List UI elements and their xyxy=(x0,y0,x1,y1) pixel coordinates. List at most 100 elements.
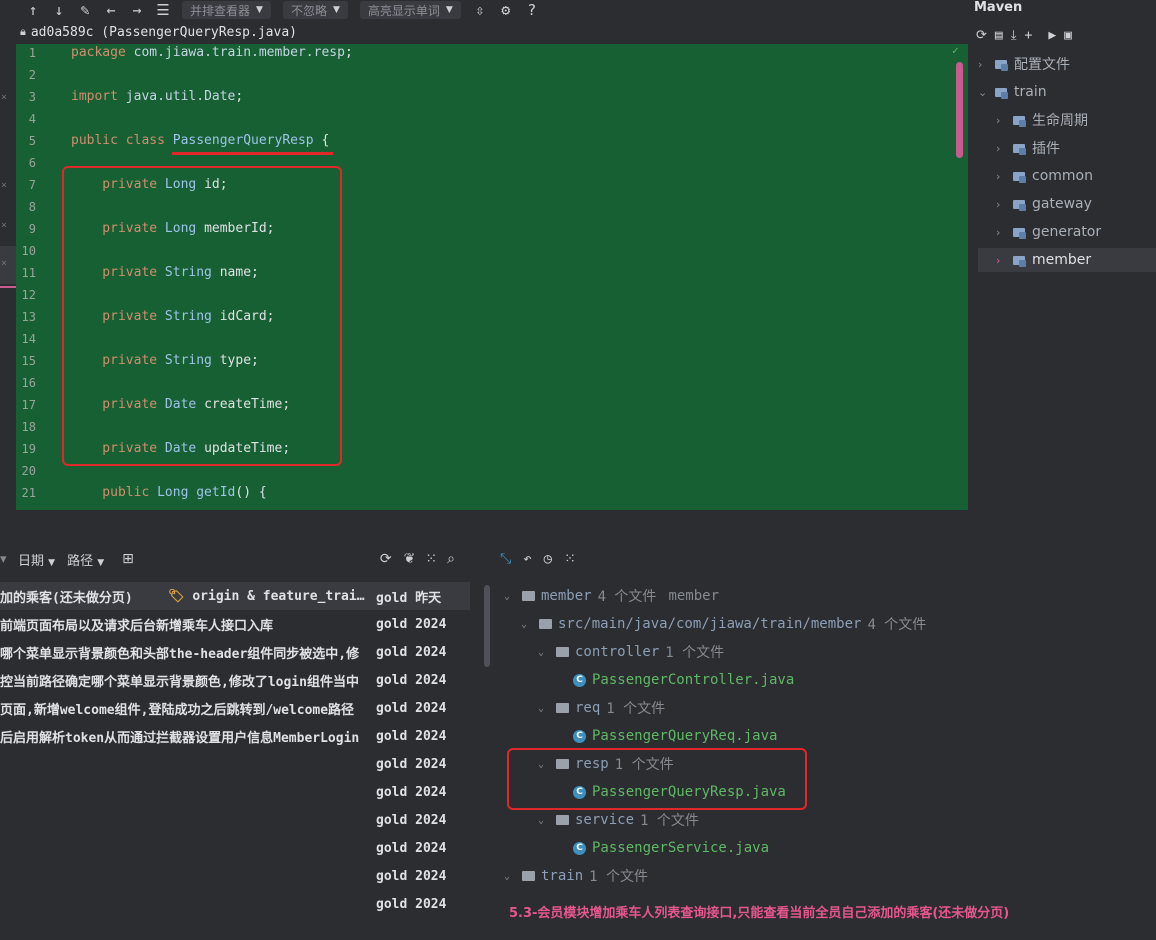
changes-file[interactable]: C PassengerQueryReq.java xyxy=(573,722,777,750)
line-number: 2 xyxy=(28,68,36,82)
chevron-down-icon[interactable]: ⌄ xyxy=(538,647,550,658)
branch-tag-label: origin & feature_trai… xyxy=(192,588,365,604)
add-folder-icon[interactable]: ▤ xyxy=(995,28,1003,43)
chevron-down-icon[interactable]: ⌄ xyxy=(521,619,533,630)
diff-toolbar: ↑ ↓ ✎ ← → ☰ 并排查看器 ▼ 不忽略 ▼ 高亮显示单词 ▼ ⇳ ⚙ ? xyxy=(0,0,968,20)
maven-tree-item[interactable]: › generator xyxy=(996,220,1101,244)
log-row[interactable]: gold 2024 xyxy=(0,890,480,918)
help-button[interactable]: ? xyxy=(521,0,543,20)
close-icon[interactable]: × xyxy=(1,220,7,231)
cherry-pick-icon[interactable]: ❦ xyxy=(404,551,416,567)
log-row[interactable]: gold 2024 xyxy=(0,806,480,834)
log-row[interactable]: 页面,新增welcome组件,登陆成功之后跳转到/welcome路径 gold 2… xyxy=(0,694,480,722)
date-filter[interactable]: 日期 ▼ xyxy=(18,550,55,569)
commit-date: 2024 xyxy=(415,644,447,660)
refresh-icon[interactable]: ⟳ xyxy=(976,28,987,43)
code-token: ; xyxy=(344,45,353,60)
maven-tree-item[interactable]: › 生命周期 xyxy=(996,108,1088,132)
maven-tree-item[interactable]: ⌄ train xyxy=(978,80,1047,104)
file-title: ad0a589c (PassengerQueryResp.java) xyxy=(30,24,297,40)
chevron-down-icon[interactable]: ⌄ xyxy=(504,871,516,882)
highlight-dropdown[interactable]: 高亮显示单词 ▼ xyxy=(359,1,461,19)
code-token: getId xyxy=(196,485,236,500)
chevron-right-icon[interactable]: › xyxy=(996,142,1008,155)
chevron-down-icon[interactable]: ⌄ xyxy=(538,703,550,714)
chevron-right-icon[interactable]: › xyxy=(996,114,1008,127)
log-row[interactable]: 控当前路径确定哪个菜单显示背景颜色,修改了login组件当中 gold 2024 xyxy=(0,666,480,694)
log-row[interactable]: gold 2024 xyxy=(0,862,480,890)
maven-module-icon xyxy=(1013,198,1027,211)
folder-name: member xyxy=(541,588,592,604)
ignore-dropdown[interactable]: 不忽略 ▼ xyxy=(282,1,348,19)
grid-icon[interactable]: ⁙ xyxy=(564,551,576,567)
close-icon[interactable]: × xyxy=(1,92,7,103)
chevron-right-icon[interactable]: › xyxy=(996,198,1008,211)
chevron-right-icon[interactable]: › xyxy=(978,58,990,71)
arrow-right-icon[interactable]: → xyxy=(126,0,148,20)
maven-tree-label: train xyxy=(1014,84,1047,100)
code-token: public xyxy=(71,485,158,500)
path-filter-label: 路径 xyxy=(67,553,94,569)
chevron-down-icon[interactable]: ⌄ xyxy=(978,86,990,99)
chevron-down-icon[interactable]: ⌄ xyxy=(538,815,550,826)
log-row[interactable]: gold 2024 xyxy=(0,778,480,806)
gear-icon[interactable]: ⚙ xyxy=(495,0,517,20)
log-row[interactable]: gold 2024 xyxy=(0,834,480,862)
changes-folder[interactable]: ⌄ member 4 个文件 member xyxy=(504,582,719,610)
file-count: 1 个文件 xyxy=(589,869,649,885)
pencil-icon[interactable]: ✎ xyxy=(74,0,96,20)
arrow-left-icon[interactable]: ← xyxy=(100,0,122,20)
chevron-down-icon[interactable]: ⌄ xyxy=(504,591,516,602)
path-filter[interactable]: 路径 ▼ xyxy=(67,550,104,569)
arrow-up-icon[interactable]: ↑ xyxy=(22,0,44,20)
changes-folder[interactable]: ⌄ train 1 个文件 xyxy=(504,862,648,890)
log-scrollbar[interactable] xyxy=(484,585,490,667)
changes-file[interactable]: C PassengerService.java xyxy=(573,834,769,862)
changes-file[interactable]: C PassengerController.java xyxy=(573,666,794,694)
commit-subject: 页面,新增welcome组件,登陆成功之后跳转到/welcome路径 xyxy=(0,702,355,718)
chevron-right-icon[interactable]: › xyxy=(996,254,1008,267)
maven-title: Maven xyxy=(974,0,1023,15)
undo-icon[interactable]: ↶ xyxy=(523,551,531,567)
close-icon[interactable]: × xyxy=(1,258,7,269)
lock-icon: 🔒︎ xyxy=(20,25,26,38)
maven-tree-item[interactable]: › gateway xyxy=(996,192,1092,216)
log-toolbar: ▾ 日期 ▼ 路径 ▼ ⊞ ⟳ ❦ ⁙ ⌕ xyxy=(0,548,455,570)
download-icon[interactable]: ⤓ xyxy=(1011,28,1017,43)
code-line: public Long getId() { xyxy=(71,485,266,500)
chevron-right-icon[interactable]: › xyxy=(996,170,1008,183)
caret-down-icon: ▼ xyxy=(256,5,263,15)
changes-folder[interactable]: ⌄ req 1 个文件 xyxy=(538,694,665,722)
log-row[interactable]: gold 2024 xyxy=(0,750,480,778)
run-icon[interactable]: ▶ xyxy=(1048,28,1056,43)
code-token: java.util.Date xyxy=(125,89,236,104)
search-icon[interactable]: ⌕ xyxy=(447,551,455,567)
maven-module-icon xyxy=(995,58,1009,71)
arrow-down-icon[interactable]: ↓ xyxy=(48,0,70,20)
maven-tree-item[interactable]: › 插件 xyxy=(996,136,1060,160)
maven-tree-item[interactable]: › common xyxy=(996,164,1093,188)
maven-tree-item[interactable]: › member xyxy=(996,248,1091,272)
console-icon[interactable]: ▣ xyxy=(1064,28,1072,43)
log-row[interactable]: 哪个菜单显示背景颜色和头部the-header组件同步被选中,修 gold 202… xyxy=(0,638,480,666)
code-token: package xyxy=(71,45,134,60)
refresh-icon[interactable]: ⟳ xyxy=(380,551,392,567)
changes-folder[interactable]: ⌄ controller 1 个文件 xyxy=(538,638,724,666)
changes-folder[interactable]: ⌄ src/main/java/com/jiawa/train/member 4 个… xyxy=(521,610,926,638)
expand-icon[interactable]: ⤡ xyxy=(500,551,511,567)
editor-scrollbar[interactable] xyxy=(956,62,963,158)
plus-icon[interactable]: + xyxy=(1024,28,1032,43)
history-icon[interactable]: ◷ xyxy=(544,551,552,567)
viewer-dropdown[interactable]: 并排查看器 ▼ xyxy=(182,1,271,19)
chevron-right-icon[interactable]: › xyxy=(996,226,1008,239)
close-icon[interactable]: × xyxy=(1,180,7,191)
log-row[interactable]: 加的乘客(还未做分页) 🏷︎ origin & feature_trai… gold… xyxy=(0,582,480,610)
grid-icon[interactable]: ⁙ xyxy=(425,551,437,567)
collapse-icon[interactable]: ⇳ xyxy=(469,0,491,20)
changes-folder[interactable]: ⌄ service 1 个文件 xyxy=(538,806,699,834)
new-tab-icon[interactable]: ⊞ xyxy=(122,551,134,567)
maven-tree-item[interactable]: › 配置文件 xyxy=(978,52,1070,76)
log-row[interactable]: 后启用解析token从而通过拦截器设置用户信息MemberLogin gold 2… xyxy=(0,722,480,750)
log-row[interactable]: 前端页面布局以及请求后台新增乘车人接口入库 gold 2024 xyxy=(0,610,480,638)
list-icon[interactable]: ☰ xyxy=(152,0,174,20)
